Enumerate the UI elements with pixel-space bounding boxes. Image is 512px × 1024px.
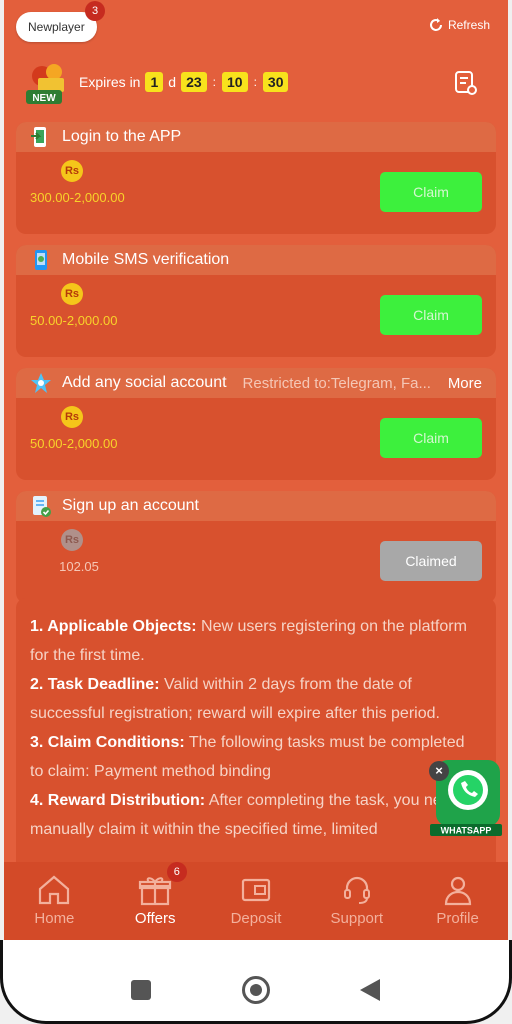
reward-amount: 300.00-2,000.00 bbox=[30, 190, 125, 205]
reward-amount: 102.05 bbox=[59, 559, 99, 574]
timer-days: 1 bbox=[145, 72, 164, 92]
task-card-login: Login to the APP Rs 300.00-2,000.00 Clai… bbox=[16, 122, 496, 234]
task-title: Login to the APP bbox=[62, 128, 182, 145]
wallet-icon bbox=[241, 878, 271, 902]
rupee-coin-icon: Rs bbox=[61, 283, 83, 305]
new-gift-icon: NEW bbox=[26, 64, 64, 104]
recents-icon[interactable] bbox=[131, 980, 151, 1000]
home-icon bbox=[39, 875, 70, 905]
rule-item: 3. Claim Conditions: The following tasks… bbox=[30, 728, 482, 786]
android-nav-bar bbox=[0, 965, 512, 1015]
task-body: Rs 300.00-2,000.00 Claim bbox=[16, 152, 496, 234]
timer-seconds: 30 bbox=[262, 72, 289, 92]
bottom-nav: Home Offers 6 Deposit Support Profile bbox=[4, 862, 508, 950]
reward-amount: 50.00-2,000.00 bbox=[30, 436, 118, 451]
new-tag: NEW bbox=[32, 93, 56, 104]
social-star-icon bbox=[31, 373, 51, 393]
refresh-icon bbox=[429, 18, 442, 31]
task-body: Rs 102.05 Claimed bbox=[16, 521, 496, 603]
task-header: Mobile SMS verification bbox=[16, 245, 496, 275]
task-header: Sign up an account bbox=[16, 491, 496, 521]
task-title: Add any social account bbox=[62, 374, 227, 391]
refresh-label: Refresh bbox=[447, 18, 490, 32]
signup-doc-icon bbox=[33, 496, 51, 517]
claim-button[interactable]: Claim bbox=[380, 295, 482, 335]
task-body: Rs 50.00-2,000.00 Claim bbox=[16, 275, 496, 357]
task-card-social: Add any social account Restricted to:Tel… bbox=[16, 368, 496, 480]
nav-support[interactable]: Support bbox=[306, 862, 407, 950]
task-body: Rs 50.00-2,000.00 Claim bbox=[16, 398, 496, 480]
nav-label: Home bbox=[34, 910, 75, 927]
phone-login-icon bbox=[31, 127, 46, 147]
more-link[interactable]: More bbox=[448, 375, 482, 392]
days-unit: d bbox=[168, 74, 177, 90]
offers-badge: 6 bbox=[166, 862, 187, 882]
nav-deposit[interactable]: Deposit bbox=[206, 862, 307, 950]
task-title: Sign up an account bbox=[62, 497, 199, 514]
rupee-coin-icon: Rs bbox=[61, 406, 83, 428]
rule-heading: 4. Reward Distribution: bbox=[30, 792, 206, 809]
nav-offers[interactable]: Offers 6 bbox=[105, 862, 206, 950]
reward-amount: 50.00-2,000.00 bbox=[30, 313, 118, 328]
timer-separator: : bbox=[253, 75, 257, 89]
task-header: Add any social account Restricted to:Tel… bbox=[16, 368, 496, 398]
whatsapp-label: WHATSAPP bbox=[441, 826, 492, 836]
task-card-sms: Mobile SMS verification Rs 50.00-2,000.0… bbox=[16, 245, 496, 357]
close-icon[interactable]: × bbox=[429, 761, 449, 781]
nav-label: Support bbox=[330, 910, 384, 927]
headset-icon bbox=[343, 876, 370, 904]
timer-minutes: 10 bbox=[221, 72, 248, 92]
sms-phone-icon bbox=[35, 250, 47, 270]
records-icon[interactable] bbox=[454, 70, 478, 96]
newplayer-label: Newplayer bbox=[28, 20, 85, 34]
task-header: Login to the APP bbox=[16, 122, 496, 152]
back-icon[interactable] bbox=[360, 979, 380, 1001]
rupee-coin-icon: Rs bbox=[61, 160, 83, 182]
rule-item: 2. Task Deadline: Valid within 2 days fr… bbox=[30, 670, 482, 728]
timer-hours: 23 bbox=[181, 72, 207, 92]
phone-frame: Newplayer 3 Refresh NEW Expires in 1 d 2… bbox=[0, 0, 512, 1024]
expires-label: Expires in bbox=[79, 74, 141, 90]
gift-icon bbox=[139, 877, 172, 906]
claim-button[interactable]: Claim bbox=[380, 418, 482, 458]
claim-button[interactable]: Claim bbox=[380, 172, 482, 212]
nav-label: Offers bbox=[134, 910, 176, 927]
nav-label: Profile bbox=[436, 910, 479, 927]
rupee-coin-icon: Rs bbox=[61, 529, 83, 551]
claimed-button[interactable]: Claimed bbox=[380, 541, 482, 581]
home-circle-icon[interactable] bbox=[242, 976, 270, 1004]
refresh-button[interactable]: Refresh bbox=[428, 17, 490, 33]
rule-heading: 3. Claim Conditions: bbox=[30, 734, 185, 751]
newplayer-pill[interactable]: Newplayer bbox=[16, 12, 97, 42]
task-card-signup: Sign up an account Rs 102.05 Claimed bbox=[16, 491, 496, 603]
task-title: Mobile SMS verification bbox=[62, 251, 230, 268]
rule-heading: 1. Applicable Objects: bbox=[30, 618, 197, 635]
restriction-text: Restricted to:Telegram, Fa... bbox=[242, 374, 431, 392]
nav-home[interactable]: Home bbox=[4, 862, 105, 950]
expiry-timer: Expires in 1 d 23 : 10 : 30 bbox=[79, 72, 289, 92]
nav-profile[interactable]: Profile bbox=[407, 862, 508, 950]
nav-label: Deposit bbox=[230, 910, 282, 927]
rule-item: 4. Reward Distribution: After completing… bbox=[30, 786, 482, 844]
user-icon bbox=[444, 876, 471, 906]
notification-badge: 3 bbox=[85, 1, 105, 21]
rule-item: 1. Applicable Objects: New users registe… bbox=[30, 612, 482, 670]
app-screen: Newplayer 3 Refresh NEW Expires in 1 d 2… bbox=[4, 0, 508, 955]
rules-panel: 1. Applicable Objects: New users registe… bbox=[16, 598, 496, 898]
rule-heading: 2. Task Deadline: bbox=[30, 676, 160, 693]
timer-separator: : bbox=[212, 75, 216, 89]
